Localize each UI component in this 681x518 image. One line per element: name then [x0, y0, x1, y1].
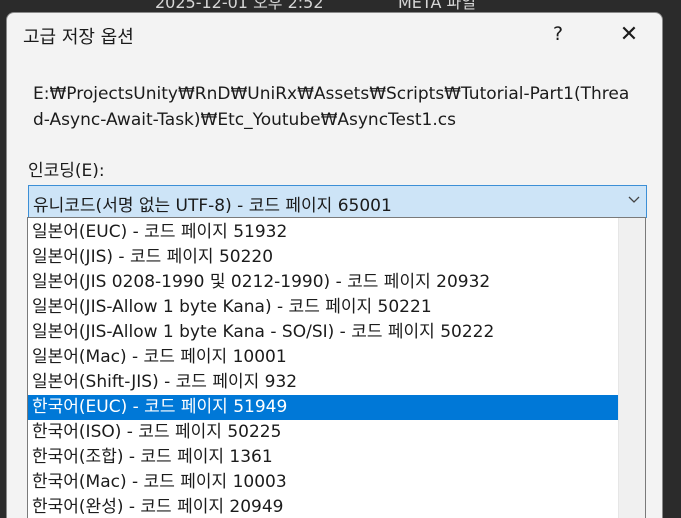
encoding-option[interactable]: 일본어(JIS-Allow 1 byte Kana) - 코드 페이지 5022… [28, 295, 619, 320]
encoding-option[interactable]: 한국어(ISO) - 코드 페이지 50225 [28, 420, 619, 445]
encoding-dropdown-list[interactable]: 일본어(EUC) - 코드 페이지 51932 일본어(JIS) - 코드 페이지… [27, 217, 646, 518]
encoding-combobox[interactable]: 유니코드(서명 없는 UTF-8) - 코드 페이지 65001 [28, 185, 647, 218]
encoding-option[interactable]: 일본어(JIS) - 코드 페이지 50220 [28, 245, 619, 270]
file-path-text: E:₩ProjectsUnity₩RnD₩UniRx₩Assets₩Script… [33, 84, 630, 130]
encoding-option[interactable]: 일본어(EUC) - 코드 페이지 51932 [28, 220, 619, 245]
encoding-option[interactable]: 일본어(JIS 0208-1990 및 0212-1990) - 코드 페이지 … [28, 270, 619, 295]
help-button[interactable]: ? [538, 17, 578, 51]
close-button[interactable]: ✕ [609, 17, 649, 51]
dropdown-scrollbar[interactable] [618, 218, 645, 518]
encoding-options: 일본어(EUC) - 코드 페이지 51932 일본어(JIS) - 코드 페이지… [28, 220, 619, 518]
encoding-label: 인코딩(E): [28, 161, 105, 181]
encoding-option[interactable]: 일본어(JIS-Allow 1 byte Kana - SO/SI) - 코드 … [28, 320, 619, 345]
background-window: 2025-12-01 오후 2:52 META 파일 [0, 0, 681, 12]
encoding-option[interactable]: 한국어(EUC) - 코드 페이지 51949 [28, 395, 619, 420]
background-date-text: 2025-12-01 오후 2:52 [155, 0, 324, 12]
dialog-title: 고급 저장 옵션 [23, 27, 134, 48]
chevron-down-icon [628, 196, 640, 203]
background-type-text: META 파일 [398, 0, 476, 12]
encoding-option[interactable]: 한국어(완성) - 코드 페이지 20949 [28, 495, 619, 518]
encoding-option[interactable]: 일본어(Shift-JIS) - 코드 페이지 932 [28, 370, 619, 395]
encoding-option[interactable]: 한국어(조합) - 코드 페이지 1361 [28, 445, 619, 470]
encoding-selected-value: 유니코드(서명 없는 UTF-8) - 코드 페이지 65001 [33, 196, 392, 216]
encoding-option[interactable]: 일본어(Mac) - 코드 페이지 10001 [28, 345, 619, 370]
encoding-option[interactable]: 한국어(Mac) - 코드 페이지 10003 [28, 470, 619, 495]
